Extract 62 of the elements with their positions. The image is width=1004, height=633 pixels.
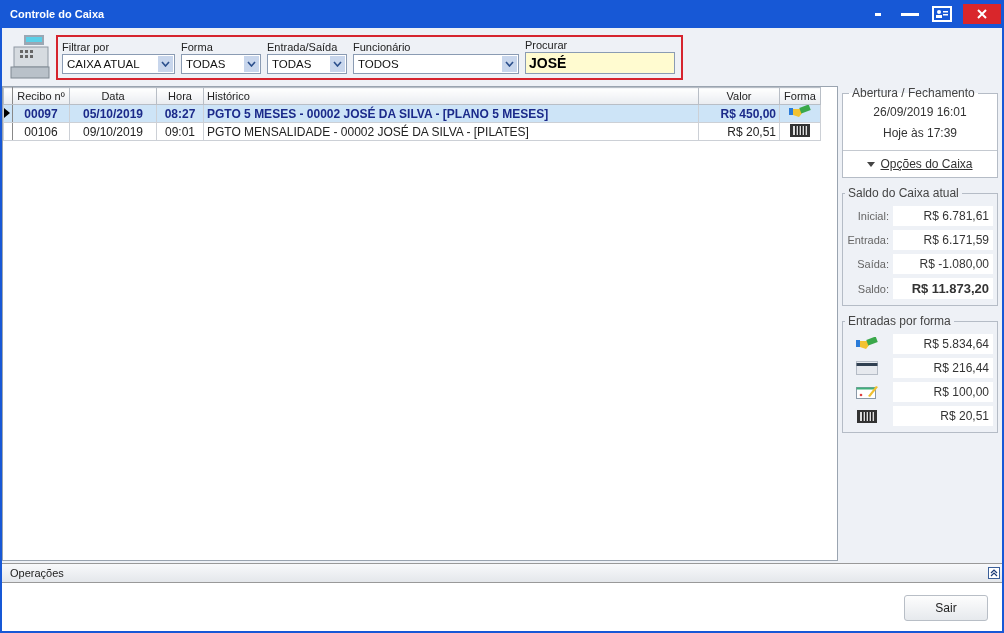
close-icon (977, 9, 987, 19)
panel-title: Abertura / Fechamento (851, 86, 976, 100)
balance-label: Saldo: (856, 282, 889, 295)
balance-value: R$ 11.873,20 (893, 278, 993, 299)
operations-title: Operações (10, 567, 64, 579)
table-cell: 09/10/2019 (69, 122, 157, 141)
filter-label: Procurar (525, 38, 569, 51)
barcode-icon (790, 123, 810, 137)
closing-datetime: Hoje às 17:39 (881, 125, 959, 142)
card-icon (856, 361, 878, 375)
caret-icon (867, 161, 876, 167)
hand-money-icon (789, 105, 811, 119)
method-total: R$ 5.834,64 (893, 334, 993, 354)
row-pointer-icon (4, 107, 10, 118)
maximize-icon (901, 12, 919, 16)
filter-dropdown[interactable]: TODAS (267, 53, 347, 74)
filter-label: Funcionário (353, 40, 412, 53)
table-cell: PGTO MENSALIDADE - 00002 JOSÉ DA SILVA - [PILATES] (203, 122, 699, 141)
caret-icon (505, 60, 514, 67)
contact-card-button[interactable] (931, 4, 953, 24)
method-total: R$ 216,44 (893, 358, 993, 378)
table-cell: R$ 20,51 (698, 122, 780, 141)
filter-label: Forma (181, 40, 214, 53)
column-header[interactable]: Data (69, 87, 157, 105)
cash-options-link[interactable]: Opções do Caixa (880, 157, 973, 171)
panel-title: Saldo do Caixa atual (847, 186, 960, 200)
table-cell: 00106 (12, 122, 70, 141)
hand-money-icon (856, 337, 878, 351)
check-pen-icon (856, 385, 878, 399)
column-header[interactable]: Forma (779, 87, 821, 105)
column-header[interactable]: Recibo nº (12, 87, 70, 105)
contact-card-icon (932, 6, 952, 22)
exit-button[interactable]: Sair (904, 595, 988, 621)
caret-icon (247, 60, 256, 67)
collapse-icon[interactable] (988, 567, 1000, 579)
column-header[interactable]: Valor (698, 87, 780, 105)
caret-icon (333, 60, 342, 67)
filter-dropdown[interactable]: TODAS (181, 53, 261, 74)
panel-title: Entradas por forma (847, 314, 952, 328)
search-field[interactable]: JOSÉ (525, 51, 675, 74)
filter-dropdown[interactable]: TODOS (353, 53, 519, 74)
balance-value: R$ -1.080,00 (893, 254, 993, 274)
filter-label: Entrada/Saída (267, 40, 339, 53)
balance-label: Inicial: (856, 210, 889, 222)
balance-value: R$ 6.171,59 (893, 230, 993, 250)
barcode-icon (857, 409, 877, 423)
filter-dropdown[interactable]: CAIXA ATUAL (62, 53, 175, 74)
balance-label: Saída: (856, 258, 889, 270)
minimize-icon (873, 12, 883, 16)
balance-label: Entrada: (846, 234, 889, 246)
filter-label: Filtrar por (62, 40, 111, 53)
method-total: R$ 100,00 (893, 382, 993, 402)
column-header[interactable]: Hora (156, 87, 204, 105)
column-header[interactable]: Histórico (203, 87, 699, 105)
caret-icon (161, 60, 170, 67)
cash-register-icon (10, 35, 50, 79)
method-total: R$ 20,51 (893, 406, 993, 426)
opening-datetime: 26/09/2019 16:01 (872, 104, 968, 121)
table-cell: 09:01 (156, 122, 204, 141)
close-button[interactable] (963, 4, 1001, 24)
balance-value: R$ 6.781,61 (893, 206, 993, 226)
window-title: Controle do Caixa (10, 8, 106, 20)
